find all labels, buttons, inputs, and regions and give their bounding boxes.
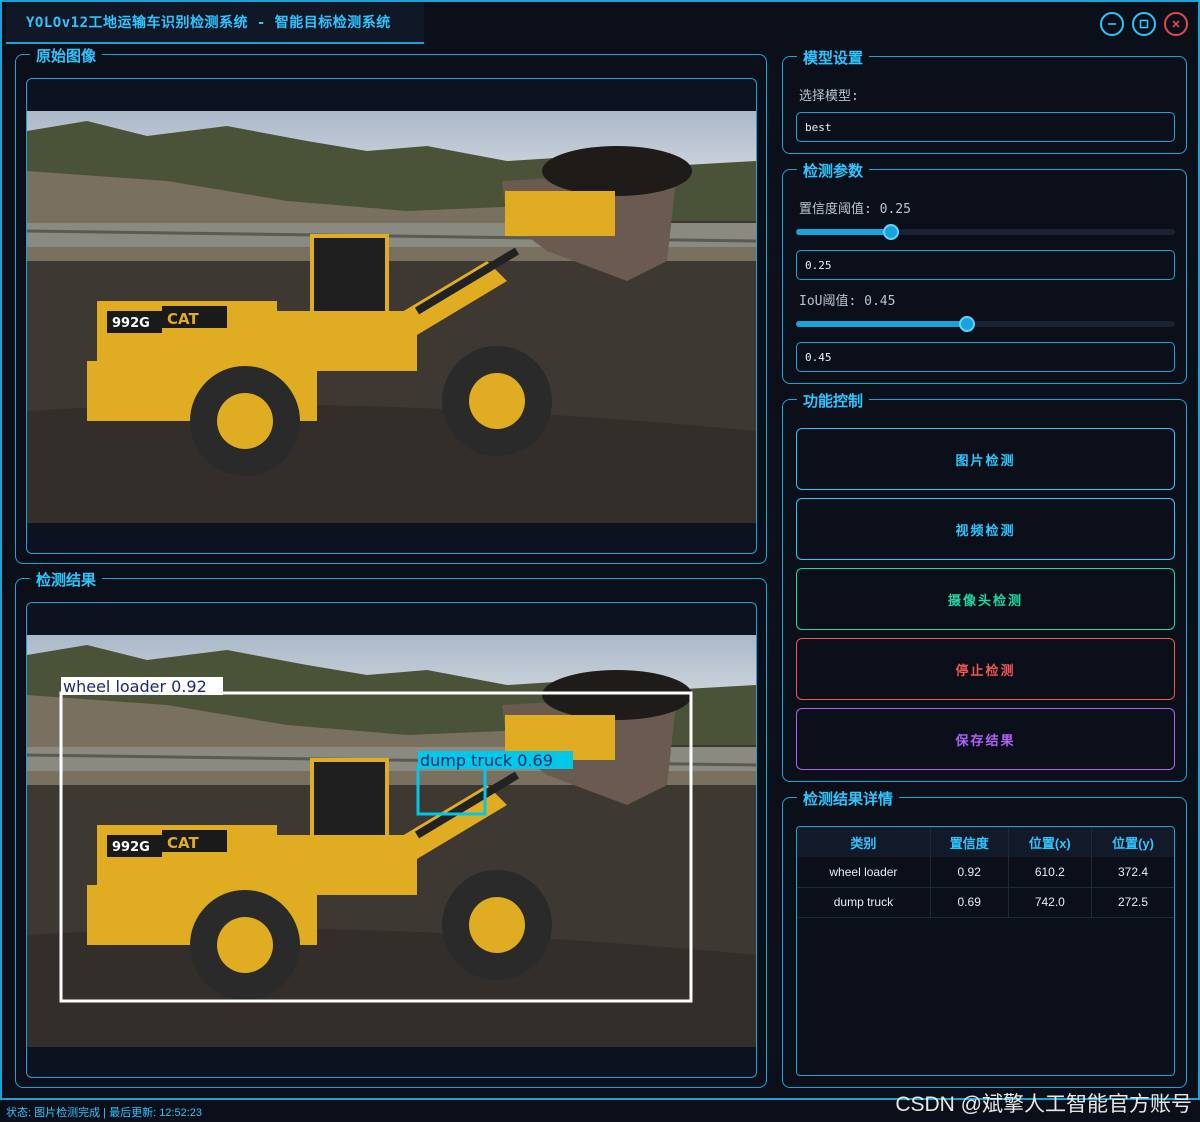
results-table: 类别 置信度 位置(x) 位置(y) wheel loader 0.92 610… — [797, 827, 1174, 918]
detection-params-title: 检测参数 — [797, 160, 870, 181]
confidence-slider-thumb[interactable] — [882, 224, 899, 240]
iou-slider-thumb[interactable] — [958, 316, 975, 332]
maximize-icon[interactable] — [1132, 12, 1156, 36]
result-model-label: 992G — [112, 840, 150, 855]
iou-input[interactable]: 0.45 — [796, 342, 1175, 372]
brand-label: CAT — [167, 310, 199, 328]
confidence-slider-fill — [796, 229, 891, 235]
detection-details-title: 检测结果详情 — [797, 788, 900, 809]
function-controls-panel: 功能控制 图片检测 视频检测 摄像头检测 停止检测 保存结果 — [782, 390, 1187, 782]
video-detect-button[interactable]: 视频检测 — [796, 498, 1175, 560]
original-image-frame: 992G CAT — [26, 78, 757, 554]
detection-params-panel: 检测参数 置信度阈值: 0.25 0.25 IoU阈值: 0.45 0.45 — [782, 160, 1187, 384]
save-results-button[interactable]: 保存结果 — [796, 708, 1175, 770]
column-header[interactable]: 位置(x) — [1007, 827, 1092, 857]
minimize-icon[interactable] — [1100, 12, 1124, 36]
result-image-frame: 992G CAT wheel loader 0.92 dump truck 0.… — [26, 602, 757, 1078]
wheel-loader-label: wheel loader 0.92 — [63, 677, 207, 696]
stop-detect-button[interactable]: 停止检测 — [796, 638, 1175, 700]
dump-truck-label: dump truck 0.69 — [420, 751, 553, 770]
result-image: 992G CAT wheel loader 0.92 dump truck 0.… — [27, 635, 756, 1047]
function-controls-title: 功能控制 — [797, 390, 870, 411]
table-row[interactable]: dump truck 0.69 742.0 272.5 — [797, 887, 1174, 918]
original-image-title: 原始图像 — [30, 45, 103, 66]
table-cell: 0.92 — [929, 857, 1009, 888]
window-title: YOLOv12工地运输车识别检测系统 - 智能目标检测系统 — [6, 2, 424, 44]
original-image-panel: 原始图像 992G CAT — [15, 45, 767, 564]
detection-result-panel: 检测结果 992G CAT wheel loader 0.92 dump tru… — [15, 569, 767, 1088]
table-cell: 372.4 — [1091, 857, 1174, 888]
iou-label: IoU阈值: 0.45 — [799, 294, 896, 309]
title-bar: YOLOv12工地运输车识别检测系统 - 智能目标检测系统 — [2, 2, 1198, 44]
detection-details-panel: 检测结果详情 类别 置信度 位置(x) 位置(y) wheel loader 0… — [782, 788, 1187, 1088]
model-settings-title: 模型设置 — [797, 47, 870, 68]
select-model-label: 选择模型: — [799, 89, 859, 104]
model-label: 992G — [112, 316, 150, 331]
table-cell: 272.5 — [1091, 887, 1174, 918]
table-cell: 610.2 — [1007, 857, 1092, 888]
iou-slider[interactable] — [796, 316, 1175, 332]
table-cell: 0.69 — [929, 887, 1009, 918]
watermark: CSDN @斌擎人工智能官方账号 — [895, 1093, 1192, 1116]
column-header[interactable]: 类别 — [797, 827, 931, 857]
column-header[interactable]: 位置(y) — [1091, 827, 1174, 857]
image-detect-button[interactable]: 图片检测 — [796, 428, 1175, 490]
original-image: 992G CAT — [27, 111, 756, 523]
table-cell: wheel loader — [797, 857, 931, 888]
model-select[interactable]: best — [796, 112, 1175, 142]
table-cell: 742.0 — [1007, 887, 1092, 918]
camera-detect-button[interactable]: 摄像头检测 — [796, 568, 1175, 630]
close-icon[interactable] — [1164, 12, 1188, 36]
window-controls — [1100, 12, 1188, 36]
detection-result-title: 检测结果 — [30, 569, 103, 590]
confidence-slider[interactable] — [796, 224, 1175, 240]
table-row[interactable]: wheel loader 0.92 610.2 372.4 — [797, 857, 1174, 888]
results-table-container: 类别 置信度 位置(x) 位置(y) wheel loader 0.92 610… — [796, 826, 1175, 1076]
result-brand-label: CAT — [167, 834, 199, 852]
confidence-input[interactable]: 0.25 — [796, 250, 1175, 280]
model-settings-panel: 模型设置 选择模型: best — [782, 47, 1187, 154]
iou-slider-fill — [796, 321, 967, 327]
confidence-label: 置信度阈值: 0.25 — [799, 202, 911, 217]
app-window: YOLOv12工地运输车识别检测系统 - 智能目标检测系统 原始图像 992G … — [0, 0, 1200, 1100]
column-header[interactable]: 置信度 — [929, 827, 1009, 857]
table-header-row: 类别 置信度 位置(x) 位置(y) — [797, 827, 1174, 857]
table-cell: dump truck — [797, 887, 931, 918]
